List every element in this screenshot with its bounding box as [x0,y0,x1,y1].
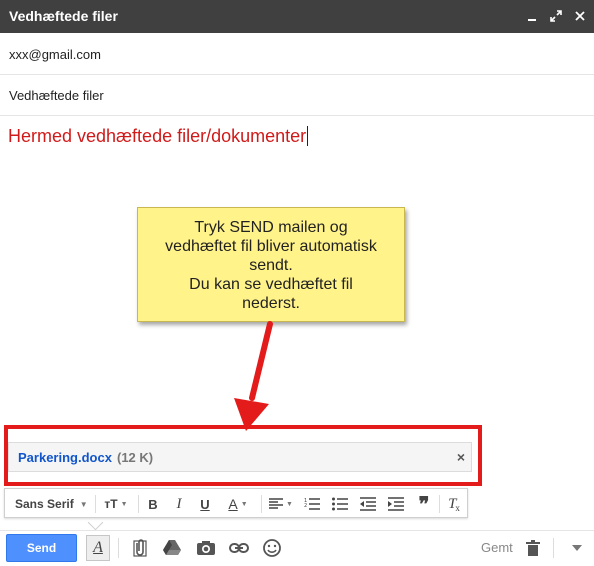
separator [553,538,554,558]
font-family-select[interactable]: Sans Serif ▼ [15,494,88,514]
text-color-icon[interactable]: A ▼ [223,494,253,514]
bulleted-list-icon[interactable] [331,494,349,514]
chevron-down-icon: ▼ [79,499,88,509]
photo-icon[interactable] [194,536,218,560]
link-icon[interactable] [227,536,251,560]
underline-icon[interactable]: U [197,494,213,514]
indent-more-icon[interactable] [387,494,405,514]
drive-icon[interactable] [160,536,184,560]
separator [118,538,119,558]
font-size-icon[interactable]: тT ▼ [101,494,131,514]
numbered-list-icon[interactable]: 12 [303,494,321,514]
remove-formatting-icon[interactable]: Tx [445,494,463,514]
separator [261,495,262,513]
annotation-highlight-box [4,425,482,486]
font-family-label: Sans Serif [15,497,74,511]
quote-icon[interactable]: ❞ [415,494,433,516]
separator [138,495,139,513]
separator [439,495,440,513]
send-label: Send [26,541,57,555]
trash-icon[interactable] [521,536,545,560]
formatting-icon[interactable]: A [86,535,110,561]
svg-text:2: 2 [304,503,307,509]
emoji-icon[interactable] [260,536,284,560]
bold-icon[interactable]: B [145,494,161,514]
italic-icon[interactable]: I [171,494,187,514]
send-button[interactable]: Send [6,534,77,562]
more-options-icon[interactable] [565,536,589,560]
attach-icon[interactable] [128,536,152,560]
align-icon[interactable]: ▼ [266,494,296,514]
separator [95,495,96,513]
draft-saved-status: Gemt [481,540,513,555]
formatting-toolbar: Sans Serif ▼ тT ▼ B I U A ▼ ▼ 12 ❞ Tx [4,488,468,518]
indent-less-icon[interactable] [359,494,377,514]
